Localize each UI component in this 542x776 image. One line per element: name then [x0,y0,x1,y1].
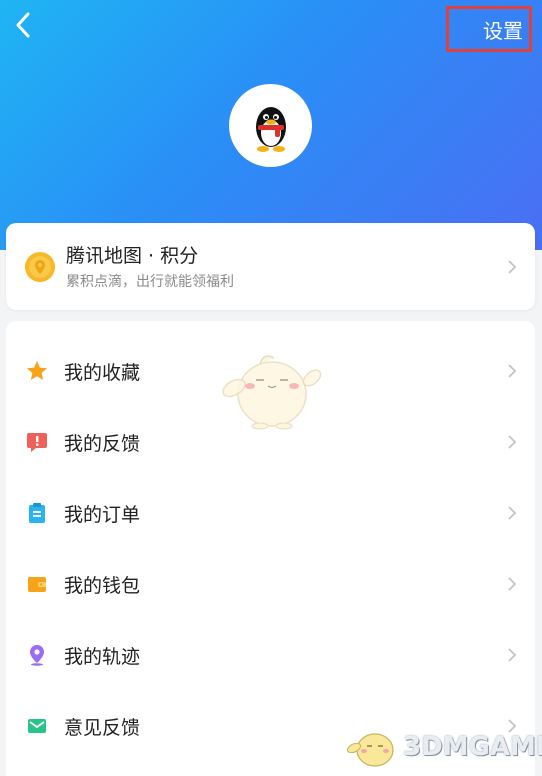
menu-item-label: 我的收藏 [64,362,141,384]
chevron-right-icon [508,260,517,274]
points-subtitle: 累积点滴，出行就能领福利 [66,274,234,290]
menu-item-label: 我的订单 [64,504,141,526]
menu-item-label: 我的钱包 [64,575,141,597]
chevron-right-icon [508,435,517,449]
menu-item-label: 意见反馈 [64,717,141,739]
menu-item-wallet[interactable]: 我的钱包 [6,549,535,619]
location-icon [30,645,44,666]
order-icon [29,503,45,523]
settings-button[interactable]: 设置 [446,6,532,52]
watermark-text: 3DMGAME [403,732,542,762]
mail-icon [28,719,46,733]
menu-item-track[interactable]: 我的轨迹 [6,620,535,690]
points-card[interactable]: 腾讯地图 · 积分 累积点滴，出行就能领福利 [6,223,535,310]
chevron-right-icon [508,506,517,520]
menu-item-label: 我的反馈 [64,433,141,455]
watermark-mascot-icon [346,733,394,767]
settings-label: 设置 [483,18,523,43]
back-button[interactable] [10,10,36,40]
feedback-icon [27,433,47,452]
mascot-illustration [222,355,322,430]
points-title: 腾讯地图 · 积分 [66,245,199,267]
profile-header: 设置 [0,0,542,250]
watermark: 3DMGAME [345,724,542,770]
menu-item-label: 我的轨迹 [64,646,141,668]
chevron-right-icon [508,364,517,378]
avatar[interactable] [229,84,312,167]
menu-item-orders[interactable]: 我的订单 [6,478,535,548]
wallet-icon [28,577,46,592]
qq-penguin-icon [255,106,286,152]
star-icon [27,361,47,380]
chevron-left-icon [16,12,30,38]
chevron-right-icon [508,577,517,591]
chevron-right-icon [508,648,517,662]
coin-icon [25,252,55,282]
